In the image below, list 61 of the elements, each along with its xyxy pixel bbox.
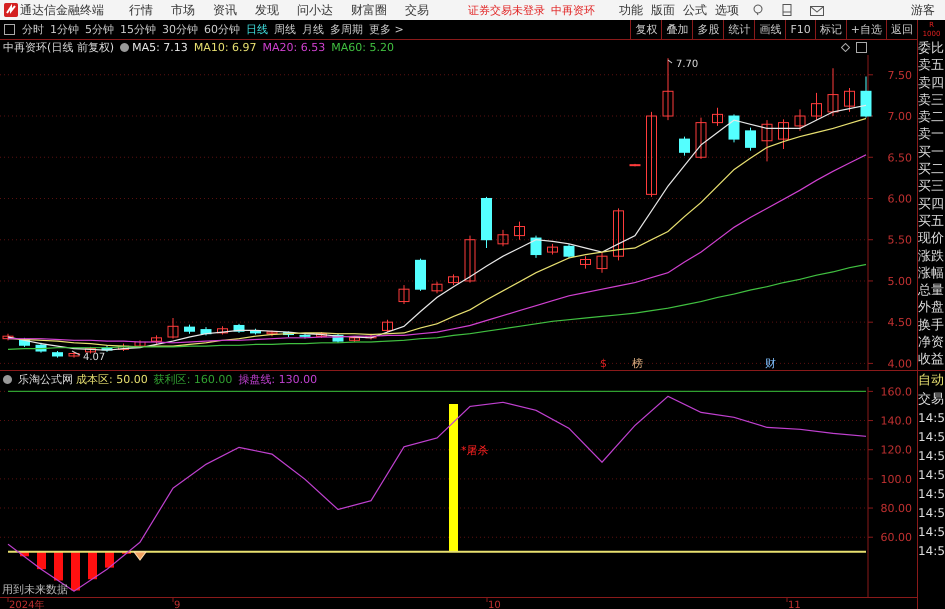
quote-label: 换手 bbox=[918, 316, 945, 334]
date-label: 2024年 bbox=[9, 600, 44, 609]
quote-label: 总量 bbox=[918, 282, 945, 300]
y-tick-label: 120.0 bbox=[880, 444, 912, 457]
quote-label: 买二 bbox=[918, 161, 945, 178]
quote-label: 卖一 bbox=[918, 126, 945, 144]
indicator-value: MA10: 6.97 bbox=[194, 41, 257, 54]
indicator-value: MA60: 5.20 bbox=[331, 41, 394, 54]
date-label: 9 bbox=[174, 600, 180, 609]
login-notice: 证券交易未登录 bbox=[468, 2, 545, 18]
y-tick-label: 7.00 bbox=[888, 110, 912, 124]
time-text: 14:5 bbox=[918, 410, 945, 427]
y-tick-label: 5.50 bbox=[888, 234, 912, 247]
time-text: 14:5 bbox=[918, 543, 945, 560]
low-price-label: 4.07 bbox=[83, 352, 106, 363]
warning-text: 用到未来数据 bbox=[2, 583, 68, 596]
quote-label: 买三 bbox=[918, 178, 945, 196]
quote-label: 买五 bbox=[918, 212, 945, 230]
y-tick-label: 140.0 bbox=[880, 414, 912, 428]
time-text: 14:5 bbox=[918, 448, 945, 465]
quote-label: 卖三 bbox=[918, 92, 945, 110]
y-tick-label: 7.50 bbox=[888, 68, 912, 82]
y-tick-label: 80.00 bbox=[880, 502, 912, 516]
y-tick-label: 160.0 bbox=[880, 387, 912, 398]
indicator-value: MA20: 6.53 bbox=[262, 41, 326, 54]
date-label: 10 bbox=[488, 600, 501, 609]
quote-label: 卖五 bbox=[918, 57, 945, 75]
indicator-title: 乐淘公式网 bbox=[18, 372, 73, 386]
quote-label: 卖二 bbox=[918, 109, 945, 126]
quote-label: 现价 bbox=[918, 230, 945, 248]
time-text: 14:5 bbox=[918, 467, 945, 484]
high-price-label: 7.70 bbox=[676, 59, 698, 70]
quote-label: 收益 bbox=[918, 351, 945, 369]
quote-label: 涨幅 bbox=[918, 264, 945, 282]
indicator-value: 操盘线: 130.00 bbox=[238, 372, 318, 386]
quote-label: 委比 bbox=[918, 40, 945, 58]
indicator-value: 获利区: 160.00 bbox=[154, 372, 232, 386]
y-tick-label: 4.50 bbox=[888, 316, 912, 330]
y-tick-label: 6.50 bbox=[888, 151, 912, 164]
time-text: 14:5 bbox=[918, 429, 945, 446]
date-label: 11 bbox=[788, 600, 801, 609]
indicator-value: MA5: 7.13 bbox=[132, 41, 188, 54]
quote-label: 涨跌 bbox=[918, 248, 945, 265]
time-text: 14:5 bbox=[918, 524, 945, 541]
y-tick-label: 6.00 bbox=[888, 192, 912, 206]
time-text: 14:5 bbox=[918, 505, 945, 522]
y-tick-label: 4.00 bbox=[888, 357, 912, 370]
quote-label: 外盘 bbox=[918, 299, 945, 317]
quote-label: 卖四 bbox=[918, 74, 945, 92]
indicator-value: 成本区: 50.00 bbox=[76, 372, 148, 386]
time-text: 14:5 bbox=[918, 486, 945, 503]
quote-label: 净资 bbox=[918, 334, 945, 352]
chart-title: 中再资环(日线 前复权) bbox=[3, 40, 114, 55]
quote-label: 买一 bbox=[918, 144, 945, 162]
app-title: 通达信金融终端 bbox=[20, 2, 104, 18]
signal-label: *屠杀 bbox=[461, 444, 488, 457]
y-tick-label: 60.00 bbox=[880, 531, 912, 544]
quote-label: 买四 bbox=[918, 196, 945, 213]
y-tick-label: 100.0 bbox=[880, 472, 912, 486]
stock-name: 中再资环 bbox=[551, 2, 595, 18]
y-tick-label: 5.00 bbox=[888, 274, 912, 288]
